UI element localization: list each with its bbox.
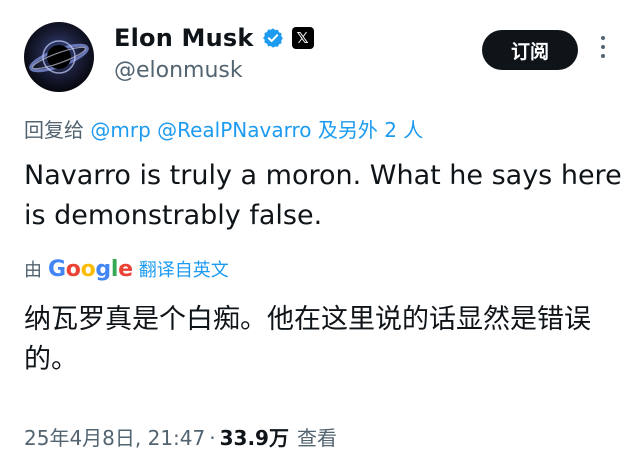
translation-attribution: 由 Google 翻译自英文 xyxy=(24,256,229,282)
subscribe-button[interactable]: 订阅 xyxy=(482,30,578,70)
verified-badge-icon xyxy=(262,27,284,49)
author-display-name[interactable]: Elon Musk xyxy=(114,24,254,52)
author-handle[interactable]: @elonmusk xyxy=(114,58,243,83)
reply-prefix: 回复给 xyxy=(24,118,84,142)
reply-context: 回复给 @mrp @RealPNavarro 及另外 2 人 xyxy=(24,114,423,143)
translation-prefix: 由 xyxy=(24,260,42,281)
black-hole-avatar-icon xyxy=(29,40,89,74)
views-count: 33.9万 xyxy=(219,426,289,450)
mention-link[interactable]: @RealPNavarro xyxy=(157,118,311,142)
meta-separator: · xyxy=(209,426,216,450)
translated-text: 纳瓦罗真是个白痴。他在这里说的话显然是错误的。 xyxy=(24,304,591,375)
author-name-row: Elon Musk 𝕏 xyxy=(114,24,314,52)
x-logo-icon: 𝕏 xyxy=(291,27,314,49)
views-label: 查看 xyxy=(296,426,337,450)
google-logo: Google xyxy=(48,256,133,282)
timestamp[interactable]: 25年4月8日, 21:47 xyxy=(24,422,205,451)
tweet-text: Navarro is truly a moron. What he says h… xyxy=(24,160,622,231)
avatar[interactable] xyxy=(24,22,94,92)
reply-others-link[interactable]: 及另外 2 人 xyxy=(318,118,423,142)
mention-link[interactable]: @mrp xyxy=(90,118,150,142)
tweet-meta: 25年4月8日, 21:47 · 33.9万 查看 xyxy=(24,422,337,451)
translation-source-link[interactable]: 翻译自英文 xyxy=(139,256,229,282)
more-vertical-icon[interactable] xyxy=(598,36,608,62)
